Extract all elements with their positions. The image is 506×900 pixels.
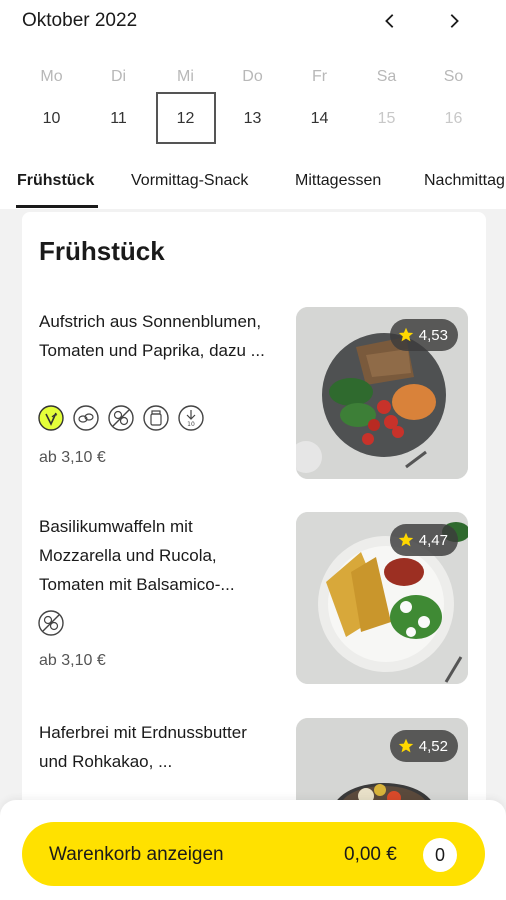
star-icon (398, 327, 413, 342)
seed-icon (73, 405, 99, 431)
day-fri[interactable]: Fr 14 (286, 64, 353, 144)
no-nuts-icon (108, 405, 134, 431)
day-tue[interactable]: Di 11 (85, 64, 152, 144)
meal-description: Aufstrich aus Sonnenblumen, Tomaten und … (39, 312, 265, 360)
star-icon (398, 738, 413, 753)
tab-mittagessen[interactable]: Mittagessen (295, 172, 381, 190)
jar-icon (143, 405, 169, 431)
rating-badge: 4,52 (389, 730, 458, 762)
day-thu[interactable]: Do 13 (219, 64, 286, 144)
next-week-button[interactable] (441, 8, 467, 34)
meal-description: Basilikumwaffeln mit Mozzarella und Ruco… (39, 517, 235, 594)
sugar-icon: 10 (178, 405, 204, 431)
meal-tabs: Frühstück Vormittag-Snack Mittagessen Na… (0, 155, 506, 209)
cart-label: Warenkorb anzeigen (49, 844, 224, 865)
meal-item[interactable]: Basilikumwaffeln mit Mozzarella und Ruco… (22, 512, 486, 692)
cart-total: 0,00 € (344, 844, 397, 865)
meal-photo: 4,53 (296, 307, 468, 479)
meal-section-card: Frühstück Aufstrich aus Sonnenblumen, To… (22, 212, 486, 900)
tab-nachmittag[interactable]: Nachmittag (424, 172, 505, 190)
diet-icons (38, 610, 64, 636)
rating-value: 4,53 (418, 326, 448, 344)
rating-badge: 4,53 (389, 319, 458, 351)
day-sat: Sa 15 (376, 68, 397, 127)
vegan-icon (38, 405, 64, 431)
show-cart-button[interactable]: Warenkorb anzeigen 0,00 € 0 (22, 822, 485, 886)
meal-price: ab 3,10 € (39, 449, 106, 466)
date-header: Oktober 2022 Mo 10 Di 11 Mi 12 Do 13 Fr 14 Sa… (0, 0, 506, 155)
diet-icons: 10 (38, 405, 204, 431)
meal-photo: 4,47 (296, 512, 468, 684)
cart-bar: Warenkorb anzeigen 0,00 € 0 (0, 800, 506, 900)
cart-count-badge: 0 (423, 838, 457, 872)
star-icon (398, 532, 413, 547)
meal-price: ab 3,10 € (39, 652, 106, 669)
meal-description: Haferbrei mit Erdnussbutter und Rohkakao… (39, 723, 247, 771)
no-nuts-icon (38, 610, 64, 636)
day-sun: So 16 (443, 68, 464, 127)
chevron-left-icon (385, 14, 394, 28)
month-label: Oktober 2022 (22, 10, 138, 31)
section-title: Frühstück (39, 236, 165, 266)
previous-week-button[interactable] (377, 8, 403, 34)
active-tab-indicator (16, 205, 98, 208)
meal-item[interactable]: Aufstrich aus Sonnenblumen, Tomaten und … (22, 307, 486, 487)
day-mon[interactable]: Mo 10 (18, 64, 85, 144)
day-wed-selected[interactable]: Mi 12 (152, 64, 219, 144)
rating-badge: 4,47 (389, 524, 458, 556)
chevron-right-icon (450, 14, 459, 28)
tab-vormittag-snack[interactable]: Vormittag-Snack (131, 172, 248, 190)
rating-value: 4,52 (418, 737, 448, 755)
tab-fruehstueck[interactable]: Frühstück (17, 172, 94, 190)
svg-text:10: 10 (187, 421, 195, 428)
rating-value: 4,47 (418, 531, 448, 549)
week-day-picker: Mo 10 Di 11 Mi 12 Do 13 Fr 14 Sa 15 So 16 (18, 64, 488, 144)
